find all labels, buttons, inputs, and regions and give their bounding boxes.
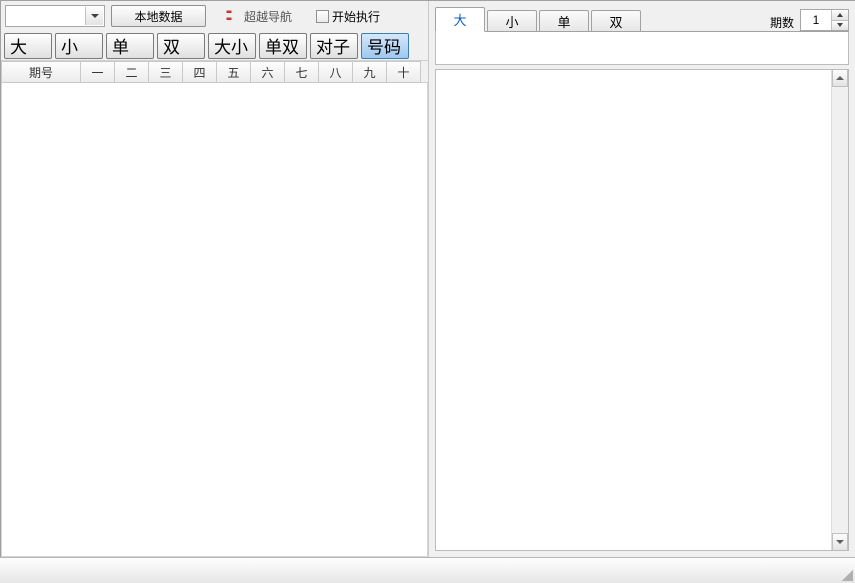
resize-grip-icon[interactable] [839,567,853,581]
local-data-button[interactable]: 本地数据 [111,5,206,27]
col-9[interactable]: 九 [353,61,387,83]
col-1[interactable]: 一 [81,61,115,83]
spinner-down-button[interactable] [832,20,848,31]
chevron-up-icon [837,13,843,17]
left-pane: 本地数据 ▪▪▪▪ 超越导航 开始执行 大 小 单 双 大小 单双 对子 [1,1,429,557]
mode-toolbar: 大 小 单 双 大小 单双 对子 号码 [1,31,428,61]
col-7[interactable]: 七 [285,61,319,83]
tabs-row: 大 小 单 双 期数 [429,1,855,31]
right-pane: 大 小 单 双 期数 [429,1,855,557]
nav-link-label: 超越导航 [244,8,292,25]
right-body-panel[interactable] [435,69,849,551]
period-count-spinner[interactable] [800,9,849,31]
grid-header: 期号 一 二 三 四 五 六 七 八 九 十 [1,61,428,83]
mode-number-button[interactable]: 号码 [361,33,409,59]
period-count-input[interactable] [801,10,831,30]
period-count-label: 期数 [770,14,794,31]
mode-oddeven-button[interactable]: 单双 [259,33,307,59]
mode-even-button[interactable]: 双 [157,33,205,59]
nav-link[interactable]: ▪▪▪▪ 超越导航 [226,8,292,25]
top-toolbar: 本地数据 ▪▪▪▪ 超越导航 开始执行 [1,1,428,31]
col-3[interactable]: 三 [149,61,183,83]
source-dropdown[interactable] [5,5,105,27]
tab-big[interactable]: 大 [435,7,485,32]
scroll-down-button[interactable] [832,533,848,550]
mode-big-button[interactable]: 大 [4,33,52,59]
chevron-down-icon [837,23,843,27]
status-bar [0,557,855,583]
start-exec-label: 开始执行 [332,8,380,25]
right-top-panel[interactable] [435,31,849,65]
local-data-label: 本地数据 [134,8,182,25]
mode-bigsmall-button[interactable]: 大小 [208,33,256,59]
app-root: 本地数据 ▪▪▪▪ 超越导航 开始执行 大 小 单 双 大小 单双 对子 [0,0,855,583]
mode-small-button[interactable]: 小 [55,33,103,59]
col-6[interactable]: 六 [251,61,285,83]
checkbox-icon [316,10,329,23]
chevron-up-icon [836,76,844,80]
col-period[interactable]: 期号 [1,61,81,83]
nav-link-icon: ▪▪▪▪ [226,9,240,23]
spinner-up-button[interactable] [832,10,848,20]
tab-small[interactable]: 小 [487,10,537,33]
tab-even[interactable]: 双 [591,10,641,33]
chevron-down-icon [91,14,99,18]
tab-odd[interactable]: 单 [539,10,589,33]
mode-pair-button[interactable]: 对子 [310,33,358,59]
start-exec-checkbox[interactable]: 开始执行 [316,8,380,25]
main-area: 本地数据 ▪▪▪▪ 超越导航 开始执行 大 小 单 双 大小 单双 对子 [0,0,855,557]
col-10[interactable]: 十 [387,61,421,83]
vertical-scrollbar[interactable] [831,70,848,550]
col-4[interactable]: 四 [183,61,217,83]
mode-odd-button[interactable]: 单 [106,33,154,59]
grid-body[interactable] [1,83,428,557]
col-2[interactable]: 二 [115,61,149,83]
spinner-buttons [831,10,848,30]
chevron-down-icon [836,540,844,544]
scroll-up-button[interactable] [832,70,848,87]
col-5[interactable]: 五 [217,61,251,83]
col-8[interactable]: 八 [319,61,353,83]
